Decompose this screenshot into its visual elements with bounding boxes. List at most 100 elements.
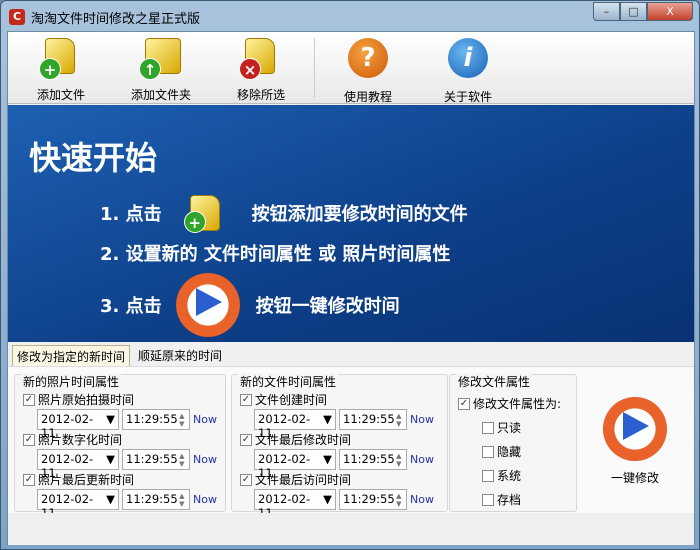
one-click-modify-button[interactable]: 一键修改 — [600, 397, 670, 497]
spinner-icon[interactable]: ▲ ▼ — [178, 412, 186, 428]
date-picker[interactable]: 2012-02-11 ▼ — [254, 489, 336, 520]
spinner-icon[interactable]: ▲ ▼ — [395, 452, 403, 468]
time-input[interactable]: 11:29:55 ▲ ▼ — [339, 409, 407, 430]
attr-option-label: 隐藏 — [497, 445, 522, 459]
chevron-down-icon: ▼ — [106, 492, 115, 506]
date-value: 2012-02-11 — [258, 492, 311, 520]
step-1-desc: 按钮添加要修改时间的文件 — [251, 204, 468, 225]
file-group-title: 新的文件时间属性 — [238, 373, 339, 390]
add-folder-icon: ↑ — [139, 36, 183, 80]
time-value: 11:29:55 — [343, 412, 395, 426]
tab-new-time[interactable]: 修改为指定的新时间 — [12, 345, 131, 368]
date-picker[interactable]: 2012-02-11 ▼ — [254, 409, 336, 440]
time-input[interactable]: 11:29:55 ▲ ▼ — [122, 449, 190, 470]
attr-option-checkbox[interactable]: 隐藏 — [482, 443, 521, 460]
attr-option-label: 只读 — [497, 421, 522, 435]
spinner-icon[interactable]: ▲ ▼ — [178, 492, 186, 508]
file-time-checkbox[interactable]: ✓ 文件最后访问时间 — [240, 471, 351, 488]
time-value: 11:29:55 — [126, 412, 178, 426]
step-3-text: 3. 点击 — [100, 296, 162, 317]
app-icon: C — [9, 9, 25, 25]
window-title: 淘淘文件时间修改之星正式版 — [31, 11, 201, 27]
chevron-down-icon: ▼ — [323, 412, 332, 426]
time-value: 11:29:55 — [343, 452, 395, 466]
date-picker[interactable]: 2012-02-11 ▼ — [37, 449, 119, 480]
checkbox-icon — [482, 421, 494, 434]
add-file-icon: + — [183, 193, 224, 233]
chevron-down-icon: ▼ — [323, 452, 332, 466]
step-2: 2. 设置新的 文件时间属性 或 照片时间属性 — [100, 244, 451, 265]
close-button[interactable]: X — [647, 2, 693, 21]
chevron-down-icon: ▼ — [106, 452, 115, 466]
date-picker[interactable]: 2012-02-11 ▼ — [254, 449, 336, 480]
time-value: 11:29:55 — [343, 492, 395, 506]
attr-option-checkbox[interactable]: 存档 — [482, 491, 521, 508]
remove-selected-label: 移除所选 — [236, 88, 285, 102]
file-time-label: 文件最后访问时间 — [255, 473, 352, 487]
minimize-button[interactable]: – — [593, 2, 620, 21]
time-value: 11:29:55 — [126, 452, 178, 466]
file-time-label: 文件最后修改时间 — [255, 433, 352, 447]
date-value: 2012-02-11 — [41, 412, 94, 440]
add-folder-label: 添加文件夹 — [130, 88, 191, 102]
file-time-group: 新的文件时间属性 ✓ 文件创建时间 2012-02-11 ▼ 11:29:55 ▲ ▼ Now ✓… — [231, 373, 448, 520]
add-file-button[interactable]: + 添加文件 — [21, 36, 101, 103]
step-1-text: 1. 点击 — [100, 204, 162, 225]
now-button[interactable]: Now — [410, 493, 434, 506]
app-window: C 淘淘文件时间修改之星正式版 – □ X + 添加文件 ↑ 添加文件夹 × 移… — [0, 0, 700, 550]
spinner-icon[interactable]: ▲ ▼ — [395, 492, 403, 508]
attr-option-checkbox[interactable]: 系统 — [482, 467, 521, 484]
remove-icon: × — [239, 36, 283, 80]
now-button[interactable]: Now — [193, 453, 217, 466]
date-value: 2012-02-11 — [41, 452, 94, 480]
maximize-button[interactable]: □ — [620, 2, 647, 21]
now-button[interactable]: Now — [193, 413, 217, 426]
photo-time-checkbox[interactable]: ✓ 照片最后更新时间 — [23, 471, 134, 488]
play-icon — [603, 397, 667, 461]
date-picker[interactable]: 2012-02-11 ▼ — [37, 489, 119, 520]
checkbox-icon — [482, 445, 494, 458]
attr-option-label: 系统 — [497, 469, 522, 483]
photo-time-checkbox[interactable]: ✓ 照片数字化时间 — [23, 431, 122, 448]
photo-time-label: 照片原始拍摄时间 — [38, 393, 135, 407]
toolbar: + 添加文件 ↑ 添加文件夹 × 移除所选 ? 使用教程 i 关于软件 — [8, 32, 694, 104]
about-button[interactable]: i 关于软件 — [428, 36, 508, 105]
spinner-icon[interactable]: ▲ ▼ — [178, 452, 186, 468]
step-1: 1. 点击 + 按钮添加要修改时间的文件 — [100, 193, 468, 233]
photo-group-title: 新的照片时间属性 — [21, 373, 122, 390]
time-input[interactable]: 11:29:55 ▲ ▼ — [122, 489, 190, 510]
time-input[interactable]: 11:29:55 ▲ ▼ — [339, 449, 407, 470]
remove-selected-button[interactable]: × 移除所选 — [221, 36, 301, 103]
info-icon: i — [446, 38, 490, 82]
step-3-desc: 按钮一键修改时间 — [255, 296, 400, 317]
add-file-label: 添加文件 — [36, 88, 85, 102]
add-folder-button[interactable]: ↑ 添加文件夹 — [121, 36, 201, 103]
time-input[interactable]: 11:29:55 ▲ ▼ — [339, 489, 407, 510]
now-button[interactable]: Now — [410, 413, 434, 426]
help-button[interactable]: ? 使用教程 — [328, 36, 408, 105]
checkbox-icon — [482, 493, 494, 506]
attr-option-checkbox[interactable]: 只读 — [482, 419, 521, 436]
attr-option-label: 存档 — [497, 493, 522, 507]
step-3: 3. 点击 按钮一键修改时间 — [100, 273, 400, 337]
file-time-checkbox[interactable]: ✓ 文件创建时间 — [240, 391, 327, 408]
photo-time-checkbox[interactable]: ✓ 照片原始拍摄时间 — [23, 391, 134, 408]
status-strip — [8, 513, 694, 545]
title-bar: C 淘淘文件时间修改之星正式版 — [9, 7, 200, 27]
photo-time-label: 照片数字化时间 — [38, 433, 123, 447]
date-picker[interactable]: 2012-02-11 ▼ — [37, 409, 119, 440]
date-value: 2012-02-11 — [258, 412, 311, 440]
modify-attr-checkbox[interactable]: ✓ 修改文件属性为: — [458, 395, 561, 412]
tab-shift-time[interactable]: 顺延原来的时间 — [134, 345, 226, 368]
checkbox-icon: ✓ — [23, 433, 35, 446]
photo-time-group: 新的照片时间属性 ✓ 照片原始拍摄时间 2012-02-11 ▼ 11:29:55 ▲ ▼ No… — [14, 373, 226, 520]
now-button[interactable]: Now — [410, 453, 434, 466]
spinner-icon[interactable]: ▲ ▼ — [395, 412, 403, 428]
file-time-checkbox[interactable]: ✓ 文件最后修改时间 — [240, 431, 351, 448]
chevron-down-icon: ▼ — [323, 492, 332, 506]
settings-panel: 新的照片时间属性 ✓ 照片原始拍摄时间 2012-02-11 ▼ 11:29:55 ▲ ▼ No… — [8, 366, 694, 545]
now-button[interactable]: Now — [193, 493, 217, 506]
checkbox-icon: ✓ — [458, 397, 470, 410]
photo-time-label: 照片最后更新时间 — [38, 473, 135, 487]
time-input[interactable]: 11:29:55 ▲ ▼ — [122, 409, 190, 430]
